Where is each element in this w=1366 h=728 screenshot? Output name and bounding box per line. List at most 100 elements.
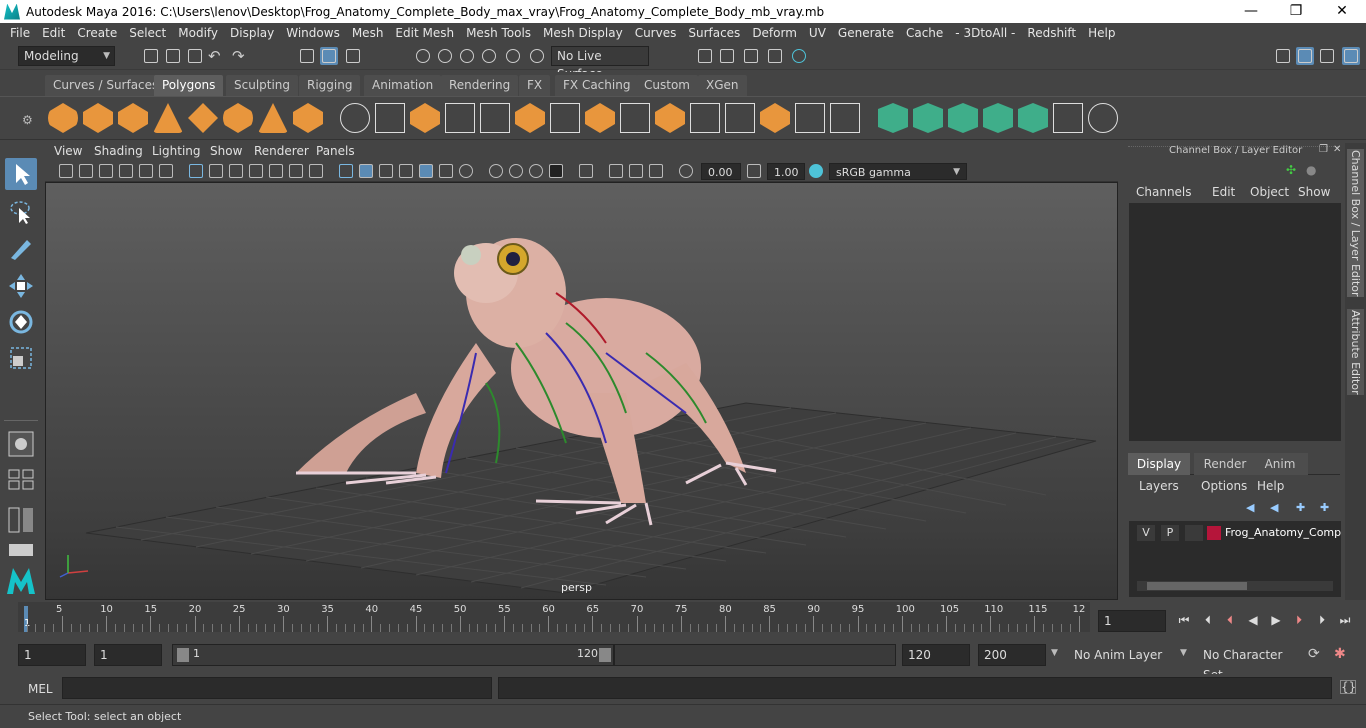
smooth-shade-icon[interactable] (359, 164, 373, 178)
side-tab-attribute-editor[interactable]: Attribute Editor (1347, 309, 1364, 395)
shelf-tab-custom[interactable]: Custom (636, 75, 698, 96)
append-icon[interactable] (725, 103, 755, 133)
character-set-dropdown[interactable]: No Character Set (1197, 644, 1299, 682)
paint-select-tool-icon[interactable] (5, 232, 37, 264)
move-tool-icon[interactable] (5, 270, 37, 302)
step-back-frame-icon[interactable]: ⏴ (1200, 612, 1216, 628)
modeling-toolkit-icon[interactable] (1274, 47, 1292, 65)
options-menu[interactable]: Options (1201, 479, 1247, 493)
rotate-tool-icon[interactable] (5, 306, 37, 338)
grid-toggle-icon[interactable] (189, 164, 203, 178)
animation-preferences-icon[interactable]: ✱ (1334, 646, 1346, 662)
combine-icon[interactable] (340, 103, 370, 133)
open-scene-icon[interactable] (164, 47, 182, 65)
safe-title-icon[interactable] (309, 164, 323, 178)
auto-key-icon[interactable]: ⟳ (1308, 646, 1320, 662)
multi-cut-icon[interactable] (550, 103, 580, 133)
color-space-dropdown[interactable]: sRGB gamma ▼ (829, 163, 967, 180)
mode-dropdown[interactable]: Modeling ▼ (18, 46, 115, 66)
menu-windows[interactable]: Windows (280, 26, 346, 40)
minimize-button[interactable]: — (1228, 0, 1274, 23)
lights-icon[interactable] (419, 164, 433, 178)
attribute-editor-toggle-icon[interactable] (1296, 47, 1314, 65)
shelf-tab-sculpting[interactable]: Sculpting (226, 75, 299, 96)
target-weld-icon[interactable] (690, 103, 720, 133)
help-menu[interactable]: Help (1257, 479, 1284, 493)
film-gate-icon[interactable] (209, 164, 223, 178)
menu-file[interactable]: File (4, 26, 36, 40)
extrude-icon[interactable] (480, 103, 510, 133)
backface-culling-icon[interactable] (649, 164, 663, 178)
xray-components-icon[interactable] (629, 164, 643, 178)
close-panel-icon[interactable]: ✕ (1333, 144, 1341, 155)
shelf-tab-animation[interactable]: Animation (364, 75, 442, 96)
time-slider[interactable]: 1 5 10 15 20 25 30 35 40 45 50 55 60 65 70 75 80 85 90 95 1… (0, 602, 1366, 638)
layer-tab-anim[interactable]: Anim (1252, 453, 1308, 475)
snap-surface-icon[interactable] (504, 47, 522, 65)
select-hierarchy-icon[interactable] (298, 47, 316, 65)
menu-modify[interactable]: Modify (172, 26, 224, 40)
uv-spherical-icon[interactable] (948, 103, 978, 133)
field-chart-icon[interactable] (269, 164, 283, 178)
anim-layer-dropdown[interactable]: No Anim Layer (1068, 644, 1174, 666)
exposure-icon[interactable] (679, 164, 693, 178)
render-settings-icon[interactable] (766, 47, 784, 65)
object-menu[interactable]: Object (1250, 185, 1289, 199)
end-time-field[interactable]: 200 (978, 644, 1046, 666)
menu-display[interactable]: Display (224, 26, 280, 40)
textured-icon[interactable] (399, 164, 413, 178)
layer-visibility-toggle[interactable]: V (1137, 525, 1155, 541)
shelf-tab-rigging[interactable]: Rigging (299, 75, 361, 96)
menu-3dtoall[interactable]: - 3DtoAll - (949, 26, 1021, 40)
viewport-menu-view[interactable]: View (54, 144, 82, 158)
poly-cylinder-icon[interactable] (118, 103, 148, 133)
new-layer-icon[interactable]: ✚ (1296, 501, 1305, 514)
hypershade-icon[interactable] (790, 47, 808, 65)
camera-select-icon[interactable] (59, 164, 73, 178)
outliner-layout-icon[interactable] (5, 504, 37, 536)
poly-torus-icon[interactable] (223, 103, 253, 133)
save-scene-icon[interactable] (186, 47, 204, 65)
fill-hole-icon[interactable] (760, 103, 790, 133)
wireframe-icon[interactable] (339, 164, 353, 178)
merge-icon[interactable] (655, 103, 685, 133)
four-view-layout-icon[interactable] (5, 468, 37, 490)
anti-aliasing-icon[interactable] (509, 164, 523, 178)
uv-cylindrical-icon[interactable] (913, 103, 943, 133)
playback-end-field[interactable]: 120 (902, 644, 970, 666)
poly-sphere-icon[interactable] (48, 103, 78, 133)
layer-tab-display[interactable]: Display (1128, 453, 1190, 475)
lasso-tool-icon[interactable] (5, 196, 37, 228)
range-slider[interactable]: 1 120 (172, 644, 614, 666)
poly-cone-icon[interactable] (153, 103, 183, 133)
layer-scrollbar[interactable] (1137, 581, 1333, 591)
gate-mask-icon[interactable] (249, 164, 263, 178)
boolean-icon[interactable] (830, 103, 860, 133)
menu-deform[interactable]: Deform (746, 26, 803, 40)
play-forwards-icon[interactable]: ▶ (1268, 612, 1284, 628)
shelf-tab-fx[interactable]: FX (519, 75, 551, 96)
uv-layout-icon[interactable] (1088, 103, 1118, 133)
snap-grid-icon[interactable] (414, 47, 432, 65)
viewport-menu-shading[interactable]: Shading (94, 144, 143, 158)
depth-of-field-icon[interactable] (529, 164, 543, 178)
layer-color-swatch[interactable] (1207, 526, 1221, 540)
close-button[interactable]: ✕ (1319, 0, 1365, 23)
gamma-icon[interactable] (747, 164, 761, 178)
exposure-field[interactable]: 0.00 (701, 163, 741, 180)
gamma-field[interactable]: 1.00 (767, 163, 805, 180)
insert-edge-loop-icon[interactable] (620, 103, 650, 133)
xray-joints-icon[interactable] (609, 164, 623, 178)
menu-mesh-display[interactable]: Mesh Display (537, 26, 629, 40)
uv-unfold-icon[interactable] (1018, 103, 1048, 133)
menu-cache[interactable]: Cache (900, 26, 949, 40)
go-to-start-icon[interactable]: ⏮ (1176, 612, 1192, 628)
2d-pan-zoom-icon[interactable] (139, 164, 153, 178)
channels-menu[interactable]: Channels (1136, 185, 1192, 199)
render-view-icon[interactable] (696, 47, 714, 65)
shelf-tab-rendering[interactable]: Rendering (441, 75, 519, 96)
menu-uv[interactable]: UV (803, 26, 832, 40)
separate-icon[interactable] (375, 103, 405, 133)
step-forward-frame-icon[interactable]: ⏵ (1314, 612, 1330, 628)
edit-menu[interactable]: Edit (1212, 185, 1235, 199)
